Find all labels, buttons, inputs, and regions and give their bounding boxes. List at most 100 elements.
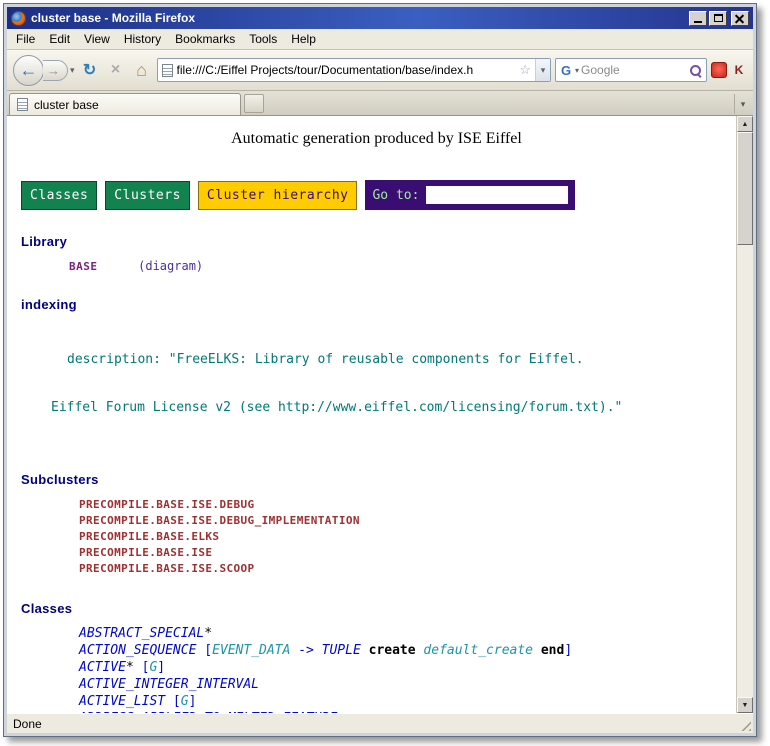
classes-heading: Classes [21,601,736,616]
menu-item[interactable]: Bookmarks [168,29,242,49]
tab-cluster-base[interactable]: cluster base [9,93,241,115]
maximize-icon [714,14,723,22]
nav-button[interactable]: Clusters [105,181,190,210]
home-button[interactable]: ⌂ [131,59,153,81]
class-entry: ACTION_SEQUENCE [EVENT_DATA -> TUPLE cre… [79,642,736,659]
page-icon [162,64,173,77]
class-entry: ACTIVE* [G] [79,659,736,676]
window-controls [689,11,749,26]
class-link[interactable]: ABSTRACT_SPECIAL [79,626,204,641]
code-segment: EVENT_DATA [212,643,290,658]
content-area: Automatic generation produced by ISE Eif… [7,116,753,713]
description-line: Eiffel Forum License v2 (see http://www.… [51,400,736,416]
menu-item[interactable]: Help [284,29,323,49]
code-segment: end [541,643,564,658]
code-segment: [ [196,643,212,658]
history-dropdown[interactable]: ▾ [70,65,75,76]
code-segment: ] [189,694,197,709]
subcluster-link[interactable]: PRECOMPILE.BASE.ELKS [79,529,736,545]
class-entry: ACTIVE_INTEGER_INTERVAL [79,676,736,693]
bookmark-star-icon[interactable]: ☆ [519,62,531,78]
subcluster-list: PRECOMPILE.BASE.ISE.DEBUGPRECOMPILE.BASE… [79,497,736,577]
extension-icon-1[interactable] [711,62,727,78]
tab-strip-button[interactable] [244,94,264,113]
indexing-description: description: "FreeELKS: Library of reusa… [17,320,736,448]
code-segment: * [126,660,134,675]
status-text: Done [13,717,42,731]
back-button[interactable]: ← [13,55,44,86]
minimize-button[interactable] [689,11,707,26]
tab-label: cluster base [34,98,99,112]
base-cluster-link[interactable]: BASE [69,260,98,273]
search-engine-dropdown[interactable]: ▾ [575,66,579,75]
doc-nav-row: ClassesClustersCluster hierarchy Go to: [21,180,736,210]
stop-button[interactable]: × [105,59,127,81]
class-list: ABSTRACT_SPECIAL*ACTION_SEQUENCE [EVENT_… [79,625,736,713]
close-icon [735,14,745,23]
stop-icon: × [111,61,120,79]
scrollbar-track[interactable] [737,245,753,697]
navigation-toolbar: ← → ▾ ↻ × ⌂ ☆ ▾ G ▾ K [7,50,753,91]
class-link[interactable]: ACTION_SEQUENCE [79,643,196,658]
code-segment: ] [157,660,165,675]
page-content: Automatic generation produced by ISE Eif… [7,116,736,713]
library-row: BASE (diagram) [69,259,736,273]
subcluster-link[interactable]: PRECOMPILE.BASE.ISE.SCOOP [79,561,736,577]
minimize-icon [694,21,702,23]
title-bar[interactable]: cluster base - Mozilla Firefox [7,7,753,29]
home-icon: ⌂ [136,60,147,81]
code-segment: create [369,643,416,658]
forward-icon: → [47,63,60,78]
class-entry: ACTIVE_LIST [G] [79,693,736,710]
menu-item[interactable]: View [77,29,117,49]
subcluster-link[interactable]: PRECOMPILE.BASE.ISE [79,545,736,561]
subclusters-heading: Subclusters [21,472,736,487]
library-heading: Library [21,234,736,249]
refresh-icon: ↻ [83,60,96,80]
list-all-tabs-button[interactable]: ▾ [734,94,751,114]
goto-input[interactable] [426,186,568,204]
class-link[interactable]: TUPLE [322,643,361,658]
url-dropdown[interactable]: ▾ [535,59,550,81]
nav-button[interactable]: Cluster hierarchy [198,181,358,210]
close-button[interactable] [731,11,749,26]
refresh-button[interactable]: ↻ [79,59,101,81]
menu-item[interactable]: File [9,29,42,49]
diagram-link[interactable]: (diagram) [138,259,203,273]
forward-button[interactable]: → [43,60,68,81]
scroll-down-button[interactable]: ▼ [737,697,753,713]
vertical-scrollbar[interactable]: ▲ ▼ [736,116,753,713]
scrollbar-thumb[interactable] [737,132,753,245]
back-icon: ← [20,60,38,81]
class-entry: ABSTRACT_SPECIAL* [79,625,736,642]
google-icon: G [559,63,573,77]
nav-button[interactable]: Classes [21,181,97,210]
code-segment: G [181,694,189,709]
location-bar[interactable]: ☆ ▾ [157,58,551,82]
menu-item[interactable]: History [117,29,168,49]
firefox-icon [11,11,26,26]
class-link[interactable]: ACTIVE_LIST [79,694,165,709]
code-segment: ] [564,643,572,658]
url-input[interactable] [177,63,516,77]
extension-icon-2[interactable]: K [731,62,747,78]
menu-bar: FileEditViewHistoryBookmarksToolsHelp [7,29,753,50]
search-box[interactable]: G ▾ [555,58,707,82]
scroll-up-button[interactable]: ▲ [737,116,753,132]
code-segment [361,643,369,658]
resize-grip[interactable] [738,718,751,731]
window-title: cluster base - Mozilla Firefox [31,11,195,25]
subcluster-link[interactable]: PRECOMPILE.BASE.ISE.DEBUG_IMPLEMENTATION [79,513,736,529]
maximize-button[interactable] [709,11,727,26]
class-link[interactable]: ACTIVE [79,660,126,675]
search-magnifier-icon[interactable] [688,63,703,78]
menu-item[interactable]: Tools [242,29,284,49]
indexing-heading: indexing [21,297,736,312]
menu-item[interactable]: Edit [42,29,77,49]
class-link[interactable]: ACTIVE_INTEGER_INTERVAL [79,677,259,692]
search-input[interactable] [581,63,686,77]
subcluster-link[interactable]: PRECOMPILE.BASE.ISE.DEBUG [79,497,736,513]
code-segment: -> [290,643,321,658]
page-banner: Automatic generation produced by ISE Eif… [17,130,736,148]
doc-nav-buttons: Classes Clusters Cluster hierarchy [21,181,357,210]
